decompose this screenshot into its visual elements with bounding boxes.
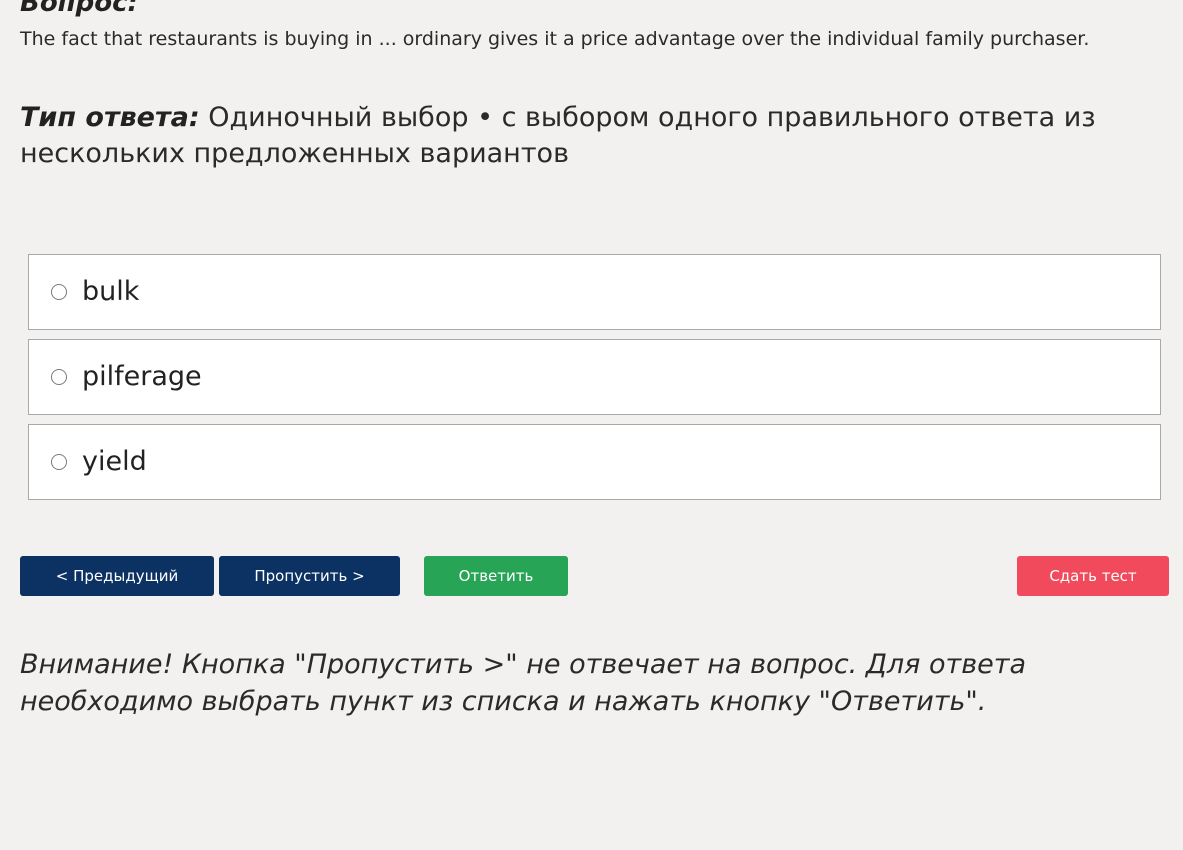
question-heading: Вопрос: [20, 0, 138, 18]
answer-type: Тип ответа: Одиночный выбор • с выбором … [20, 100, 1120, 172]
notice-text: Внимание! Кнопка "Пропустить >" не отвеч… [20, 649, 1027, 717]
answer-option-yield[interactable]: yield [28, 424, 1161, 500]
option-label: pilferage [82, 361, 202, 392]
answer-option-pilferage[interactable]: pilferage [28, 339, 1161, 415]
radio-unchecked-icon[interactable] [51, 284, 67, 300]
radio-unchecked-icon[interactable] [51, 454, 67, 470]
submit-test-button[interactable]: Сдать тест [1017, 556, 1169, 596]
option-label: bulk [82, 276, 140, 307]
option-label: yield [82, 446, 147, 477]
radio-unchecked-icon[interactable] [51, 369, 67, 385]
answer-options: bulk pilferage yield [28, 254, 1161, 509]
answer-option-bulk[interactable]: bulk [28, 254, 1161, 330]
question-text: The fact that restaurants is buying in .… [20, 28, 1090, 50]
skip-button[interactable]: Пропустить > [219, 556, 400, 596]
answer-button[interactable]: Ответить [424, 556, 568, 596]
answer-type-label: Тип ответа: [20, 102, 200, 133]
previous-button[interactable]: < Предыдущий [20, 556, 214, 596]
